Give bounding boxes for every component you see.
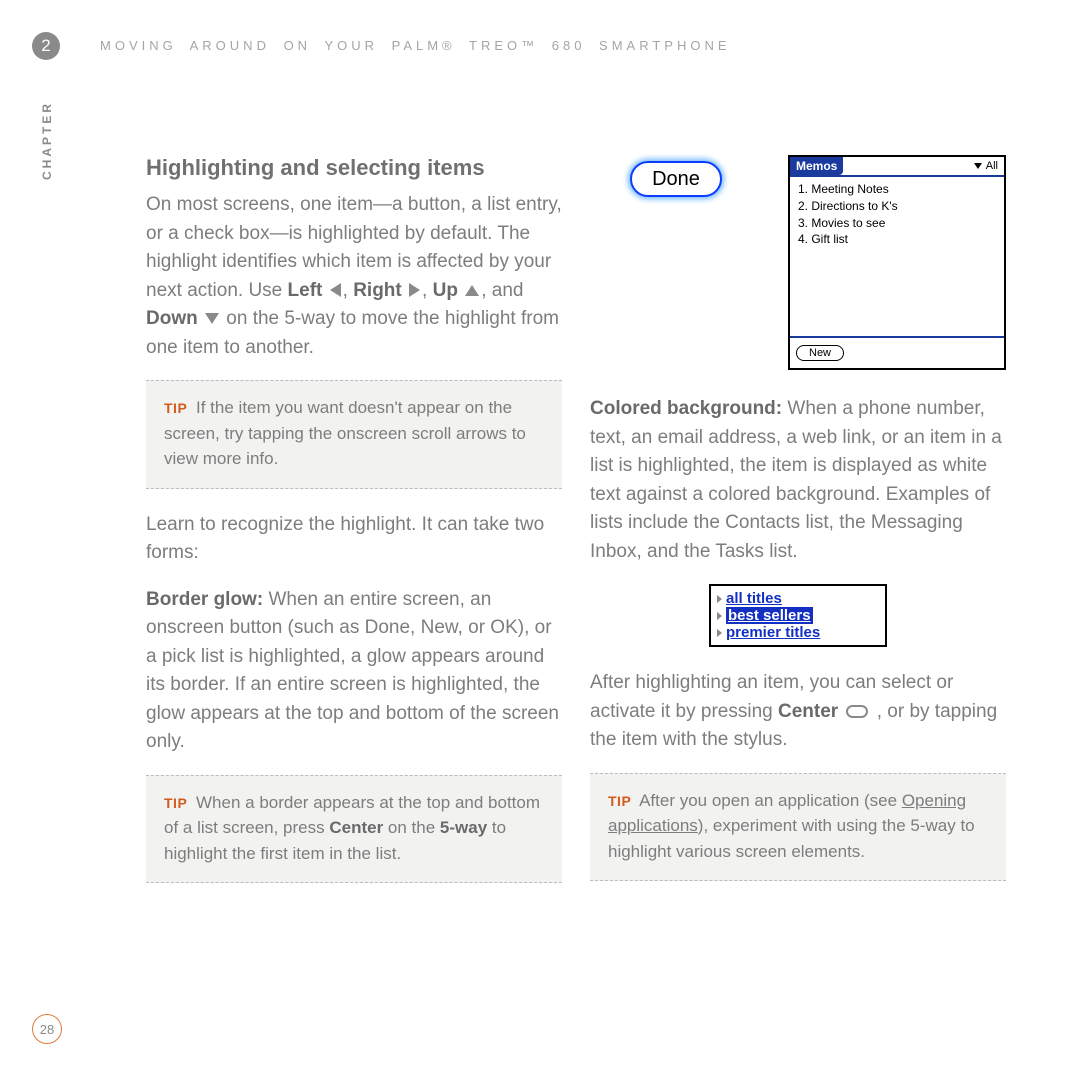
caret-icon	[717, 612, 722, 620]
down-arrow-icon	[205, 313, 219, 324]
tip-text: If the item you want doesn't appear on t…	[164, 398, 526, 468]
tip-label: TIP	[164, 400, 187, 416]
new-button[interactable]: New	[796, 345, 844, 361]
kw-down: Down	[146, 308, 198, 329]
tip2-t2: on the	[383, 818, 440, 837]
list-item[interactable]: premier titles	[717, 624, 879, 641]
list-item[interactable]: 3. Movies to see	[798, 215, 996, 232]
memos-title: Memos	[790, 157, 843, 175]
memos-list: 1. Meeting Notes 2. Directions to K's 3.…	[790, 177, 1004, 252]
left-arrow-icon	[330, 283, 341, 297]
kw-left: Left	[288, 280, 323, 301]
list-item[interactable]: 2. Directions to K's	[798, 198, 996, 215]
chapter-label: CHAPTER	[40, 101, 54, 180]
tip-label: TIP	[608, 793, 631, 809]
list-item[interactable]: 4. Gift list	[798, 231, 996, 248]
done-button[interactable]: Done	[630, 161, 722, 197]
section-heading: Highlighting and selecting items	[146, 155, 562, 181]
after-highlight-paragraph: After highlighting an item, you can sele…	[590, 669, 1006, 755]
list-item[interactable]: 1. Meeting Notes	[798, 181, 996, 198]
kw-right: Right	[353, 280, 402, 301]
center-button-icon	[846, 705, 868, 718]
link-all-titles[interactable]: all titles	[726, 590, 782, 607]
memos-screenshot: Memos All 1. Meeting Notes 2. Directions…	[788, 155, 1006, 370]
done-button-example: Done	[630, 161, 722, 197]
learn-paragraph: Learn to recognize the highlight. It can…	[146, 511, 562, 568]
chapter-number-badge: 2	[32, 32, 60, 60]
tip-box-center-5way: TIP When a border appears at the top and…	[146, 775, 562, 884]
tip-box-scroll-arrows: TIP If the item you want doesn't appear …	[146, 380, 562, 489]
linklist-example: all titles best sellers premier titles	[709, 584, 887, 647]
colored-bg-paragraph: Colored background: When a phone number,…	[590, 395, 1006, 566]
up-arrow-icon	[465, 285, 479, 296]
page-number: 28	[32, 1014, 62, 1044]
link-premier-titles[interactable]: premier titles	[726, 624, 820, 641]
caret-icon	[717, 629, 722, 637]
tip3-t1: After you open an application (see	[639, 791, 902, 810]
tip2-b2: 5-way	[440, 818, 487, 837]
memos-filter-label: All	[986, 160, 998, 172]
colored-bg-title: Colored background:	[590, 398, 782, 419]
after-b1: Center	[778, 701, 838, 722]
link-best-sellers[interactable]: best sellers	[726, 607, 813, 624]
right-arrow-icon	[409, 283, 420, 297]
list-item[interactable]: all titles	[717, 590, 879, 607]
list-item[interactable]: best sellers	[717, 607, 879, 624]
running-header: MOVING AROUND ON YOUR PALM® TREO™ 680 SM…	[100, 38, 731, 53]
intro-paragraph: On most screens, one item—a button, a li…	[146, 191, 562, 362]
tip2-b1: Center	[329, 818, 383, 837]
border-glow-paragraph: Border glow: When an entire screen, an o…	[146, 586, 562, 757]
border-glow-text: When an entire screen, an onscreen butto…	[146, 589, 559, 753]
caret-icon	[717, 595, 722, 603]
memos-filter-dropdown[interactable]: All	[968, 157, 1004, 175]
dropdown-icon	[974, 163, 982, 169]
border-glow-title: Border glow:	[146, 589, 263, 610]
tip-label: TIP	[164, 795, 187, 811]
kw-up: Up	[433, 280, 458, 301]
tip-box-open-app: TIP After you open an application (see O…	[590, 773, 1006, 882]
colored-bg-text: When a phone number, text, an email addr…	[590, 398, 1002, 562]
